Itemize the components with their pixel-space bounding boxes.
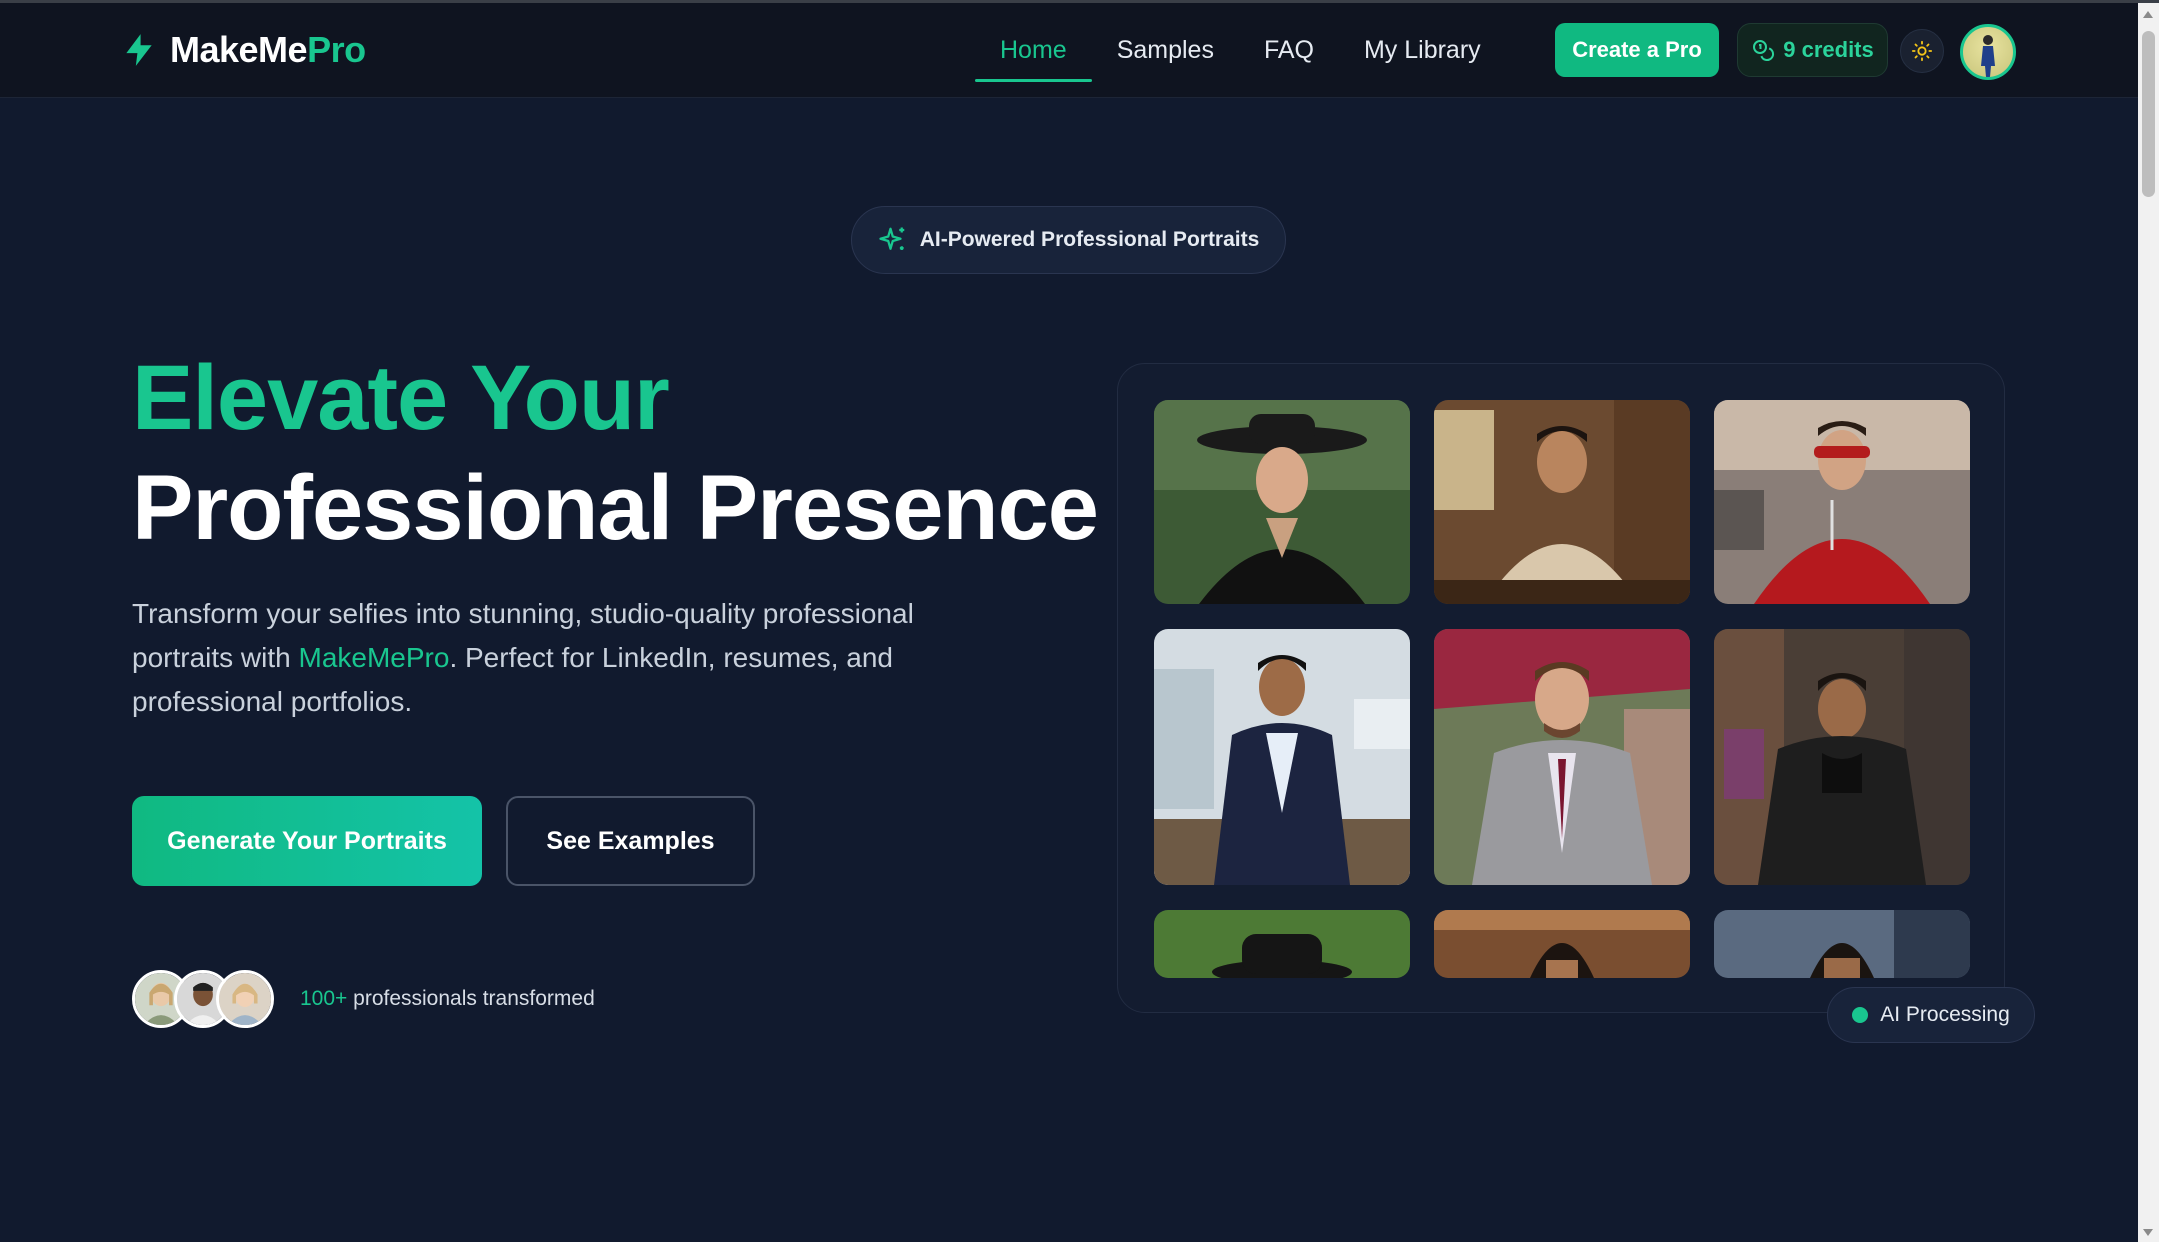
credits-label: 9 credits <box>1783 37 1874 62</box>
scroll-up-arrow-icon[interactable] <box>2143 11 2153 18</box>
navbar: MakeMePro Home Samples FAQ My Library Cr… <box>0 3 2138 98</box>
ai-processing-status: AI Processing <box>1827 987 2035 1043</box>
portrait-image[interactable] <box>1434 629 1690 885</box>
hero-title-line2: Professional Presence <box>132 457 1099 559</box>
coins-icon <box>1753 40 1775 61</box>
portrait-image[interactable] <box>1714 629 1970 885</box>
page-scrollbar[interactable] <box>2138 3 2159 1242</box>
hero-title-line1: Elevate Your <box>132 347 670 449</box>
hero-description-brand: MakeMePro <box>298 642 450 673</box>
portrait-gallery <box>1117 363 2005 1013</box>
hero-badge: AI-Powered Professional Portraits <box>851 206 1286 274</box>
social-proof: 100+ professionals transformed <box>132 970 595 1028</box>
testimonial-avatar <box>216 970 274 1028</box>
portrait-image[interactable] <box>1434 400 1690 604</box>
nav-link-samples[interactable]: Samples <box>1092 3 1239 98</box>
see-examples-button[interactable]: See Examples <box>506 796 755 886</box>
nav-link-home[interactable]: Home <box>975 3 1092 98</box>
status-dot-icon <box>1852 1007 1869 1023</box>
user-avatar-image <box>1981 35 1995 77</box>
brand-name: MakeMePro <box>170 29 366 70</box>
sparkles-icon <box>879 227 904 250</box>
lightning-icon <box>126 34 152 66</box>
portrait-image[interactable] <box>1154 400 1410 604</box>
ai-processing-label: AI Processing <box>1880 1003 2010 1026</box>
main-nav: Home Samples FAQ My Library <box>975 3 1506 98</box>
portrait-image[interactable] <box>1154 629 1410 885</box>
create-pro-button[interactable]: Create a Pro <box>1555 23 1719 77</box>
portrait-image[interactable] <box>1434 910 1690 978</box>
brand-logo[interactable]: MakeMePro <box>120 29 366 71</box>
scroll-thumb[interactable] <box>2142 31 2155 197</box>
sun-icon <box>1911 40 1933 62</box>
hero-badge-label: AI-Powered Professional Portraits <box>919 228 1260 251</box>
generate-portraits-button[interactable]: Generate Your Portraits <box>132 796 482 886</box>
social-proof-text: 100+ professionals transformed <box>300 987 595 1010</box>
portrait-image[interactable] <box>1714 400 1970 604</box>
scroll-down-arrow-icon[interactable] <box>2143 1229 2153 1236</box>
nav-link-faq[interactable]: FAQ <box>1239 3 1339 98</box>
portrait-image[interactable] <box>1714 910 1970 978</box>
hero-description: Transform your selfies into stunning, st… <box>132 598 914 717</box>
credits-badge[interactable]: 9 credits <box>1737 23 1888 77</box>
user-avatar[interactable] <box>1960 24 2016 80</box>
nav-link-my-library[interactable]: My Library <box>1339 3 1506 98</box>
portrait-image[interactable] <box>1154 910 1410 978</box>
theme-toggle-button[interactable] <box>1900 29 1944 73</box>
